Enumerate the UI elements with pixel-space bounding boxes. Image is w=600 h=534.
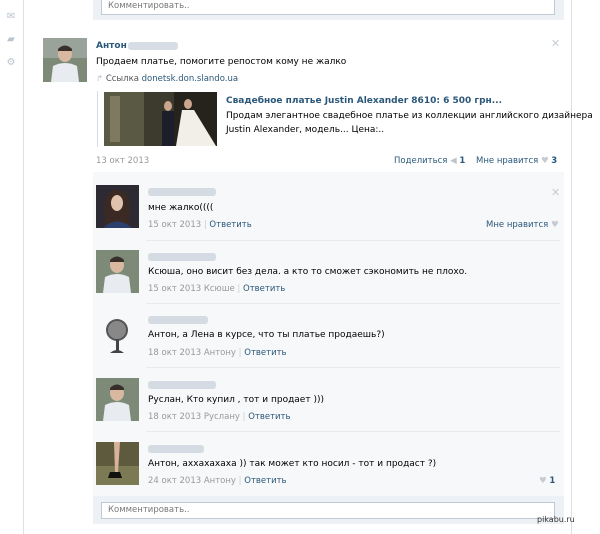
watermark: pikabu.ru <box>537 515 575 524</box>
reply-author-blurred <box>148 381 216 389</box>
link-icon: ↱ <box>96 74 104 84</box>
attachment-title[interactable]: Свадебное платье Justin Alexander 8610: … <box>226 96 502 106</box>
divider <box>146 431 560 432</box>
settings-icon[interactable]: ⚙ <box>6 58 16 68</box>
reply-to[interactable]: Руслану <box>204 412 240 422</box>
reply-meta: 18 окт 2013 Руслану | Ответить <box>148 412 291 422</box>
post-link-row[interactable]: ↱ Ссылка donetsk.don.slando.ua <box>96 74 238 84</box>
reply-avatar[interactable] <box>96 250 139 293</box>
attachment-quote-bar <box>97 91 98 147</box>
reply-to[interactable]: Антону <box>204 476 236 486</box>
reply-avatar[interactable] <box>96 378 139 421</box>
reply-author-blurred <box>148 445 204 453</box>
reply-text: Антон, ахха­хахаха )) так может кто носи… <box>148 459 437 469</box>
divider <box>146 240 560 241</box>
mail-icon[interactable]: ✉ <box>6 12 16 22</box>
post-author-surname-blurred <box>128 42 178 50</box>
reply-text: Ксюша, оно висит без дела. а кто то смож… <box>148 267 468 277</box>
reply-meta: 15 окт 2013 Ксюше | Ответить <box>148 284 286 294</box>
reply-button[interactable]: Ответить <box>244 348 286 358</box>
link-prefix: Ссылка <box>105 74 139 84</box>
reply-date[interactable]: 18 окт 2013 <box>148 348 201 358</box>
share-button[interactable]: Поделиться ◀ 1 <box>394 156 465 166</box>
reply-avatar[interactable] <box>96 442 139 485</box>
like-count: 3 <box>551 156 558 166</box>
reply-like-button[interactable]: ♥ 1 <box>539 476 555 486</box>
reply-avatar[interactable] <box>96 185 139 228</box>
reply-author-blurred <box>148 316 208 324</box>
attachment-desc-line2: Justin Alexander, модель... Цена:.. <box>226 125 385 135</box>
reply-text: мне жалко(((( <box>148 203 214 213</box>
attachment-photo[interactable] <box>104 92 217 146</box>
reply-button[interactable]: Ответить <box>244 476 286 486</box>
post-text: Продаем платье, помогите репостом кому н… <box>96 57 347 67</box>
left-rail: ✉ ▰ ⚙ <box>0 0 22 534</box>
like-button[interactable]: Мне нравится ♥ 3 <box>476 156 557 166</box>
reply-meta: 15 окт 2013 | Ответить <box>148 220 252 230</box>
divider <box>146 367 560 368</box>
top-comment-input[interactable]: Комментировать.. <box>101 0 555 15</box>
reply-like-button[interactable]: Мне нравится ♥ <box>486 220 559 230</box>
reply-button[interactable]: Ответить <box>209 220 251 230</box>
share-label: Поделиться <box>394 156 448 166</box>
reply-avatar[interactable] <box>96 313 139 356</box>
close-icon[interactable]: ✕ <box>551 186 560 199</box>
share-icon: ◀ <box>450 156 457 166</box>
like-label: Мне нравится <box>476 156 539 166</box>
post-author-avatar[interactable] <box>43 38 87 82</box>
share-count: 1 <box>459 156 466 166</box>
reply-date[interactable]: 24 окт 2013 <box>148 476 201 486</box>
post-date[interactable]: 13 окт 2013 <box>96 156 149 166</box>
reply-text: Руслан, Кто купил , тот и продает ))) <box>148 395 324 405</box>
reply-date[interactable]: 15 окт 2013 <box>148 284 201 294</box>
attachment-desc-line1: Продам элегантное свадебное платье из ко… <box>226 111 593 121</box>
heart-icon: ♥ <box>540 156 549 166</box>
heart-icon: ♥ <box>550 220 559 230</box>
reply-meta: 24 окт 2013 Антону | Ответить <box>148 476 287 486</box>
reply-author-blurred <box>148 188 216 196</box>
reply-author-blurred <box>148 253 216 261</box>
bottom-comment-input[interactable]: Комментировать.. <box>101 502 555 519</box>
frame-right-border <box>571 0 572 534</box>
reply-date[interactable]: 18 окт 2013 <box>148 412 201 422</box>
like-label: Мне нравится <box>486 220 549 230</box>
reply-meta: 18 окт 2013 Антону | Ответить <box>148 348 287 358</box>
close-icon[interactable]: ✕ <box>551 37 560 50</box>
post-author-name[interactable]: Антон <box>96 41 127 51</box>
reply-date[interactable]: 15 окт 2013 <box>148 220 201 230</box>
reply-text: Антон, а Лена в курсе, что ты платье про… <box>148 330 385 340</box>
link-domain[interactable]: donetsk.don.slando.ua <box>142 74 238 84</box>
frame-left-border <box>23 0 24 534</box>
reply-to[interactable]: Антону <box>204 348 236 358</box>
heart-icon: ♥ <box>539 476 547 486</box>
like-count: 1 <box>549 476 556 486</box>
comment-icon[interactable]: ▰ <box>6 35 16 45</box>
reply-to[interactable]: Ксюше <box>204 284 235 294</box>
reply-button[interactable]: Ответить <box>248 412 290 422</box>
divider <box>146 303 560 304</box>
reply-button[interactable]: Ответить <box>243 284 285 294</box>
